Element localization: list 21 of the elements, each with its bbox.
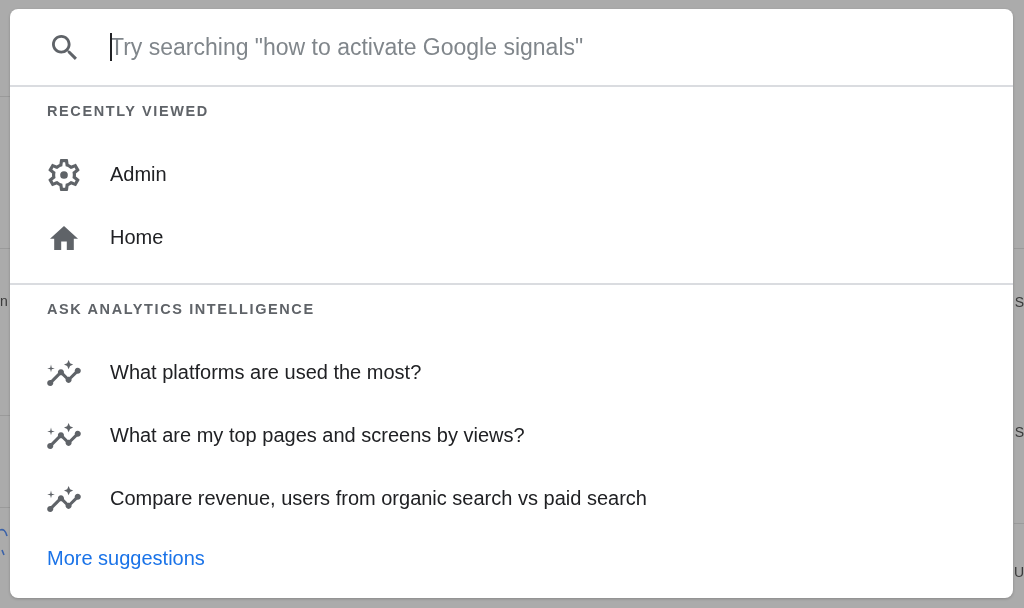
sparkle-line-chart-icon (47, 359, 81, 386)
suggestion-item[interactable]: What are my top pages and screens by views? (10, 404, 1013, 467)
gear-icon (48, 158, 80, 191)
home-icon (50, 225, 78, 250)
sparkle-line-chart-icon (47, 422, 81, 449)
suggestion-item[interactable]: Compare revenue, users from organic search vs paid search (10, 467, 1013, 530)
background-text: U (1013, 563, 1024, 581)
search-icon (52, 34, 77, 60)
section-heading: ASK ANALYTICS INTELLIGENCE (47, 300, 315, 319)
background-text: S (1014, 293, 1024, 311)
background-text: n (0, 292, 8, 310)
suggestion-item[interactable]: Home (10, 206, 1013, 269)
text-cursor (110, 33, 112, 61)
chart-line-fragment (0, 526, 8, 556)
suggestion-item[interactable]: What platforms are used the most? (10, 341, 1013, 404)
sparkle-line-chart-icon (47, 485, 81, 512)
search-field[interactable]: Try searching "how to activate Google signals" (110, 31, 1013, 63)
more-suggestions-link[interactable]: More suggestions (47, 546, 205, 570)
background-text: S (1014, 423, 1024, 441)
section-heading: RECENTLY VIEWED (47, 102, 209, 121)
suggestion-item[interactable]: Admin (10, 143, 1013, 206)
